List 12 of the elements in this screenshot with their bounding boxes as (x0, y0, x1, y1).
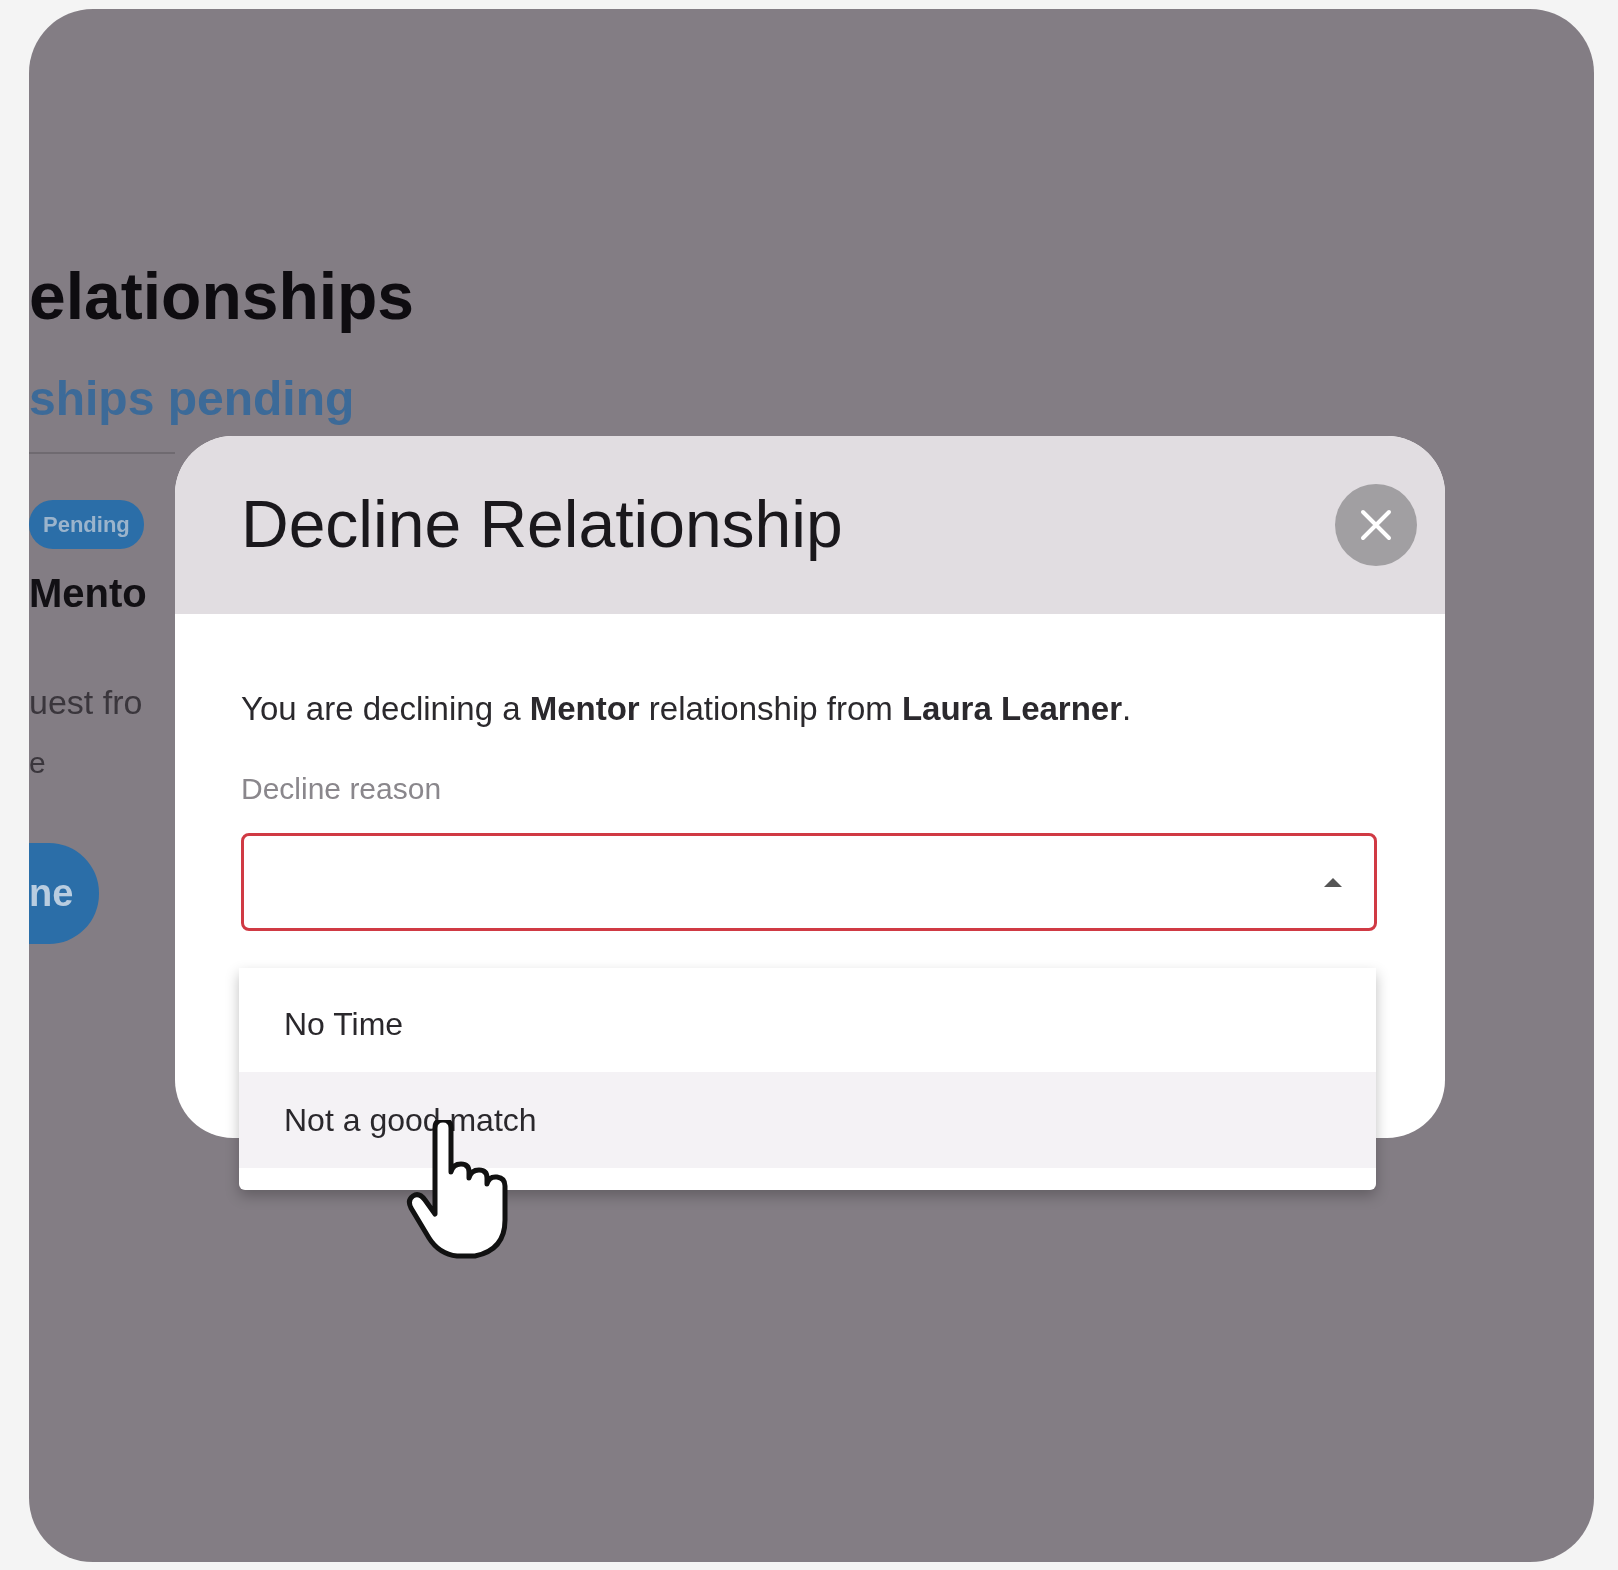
decline-reason-select[interactable] (241, 832, 1377, 931)
relationship-type: Mento (29, 569, 147, 617)
field-label: Decline reason (241, 770, 443, 807)
dialog-message: You are declining a Mentor relationship from Laura Learner. (241, 689, 1133, 729)
request-text: e (29, 744, 46, 781)
caret-icon (1322, 875, 1344, 888)
request-text: uest fro (29, 681, 143, 723)
close-icon (1359, 508, 1393, 542)
page-heading: elationships (29, 258, 415, 335)
dialog-title: Decline Relationship (241, 486, 843, 564)
dropdown-option[interactable]: No Time (239, 976, 1376, 1072)
status-badge: Pending (29, 499, 144, 549)
